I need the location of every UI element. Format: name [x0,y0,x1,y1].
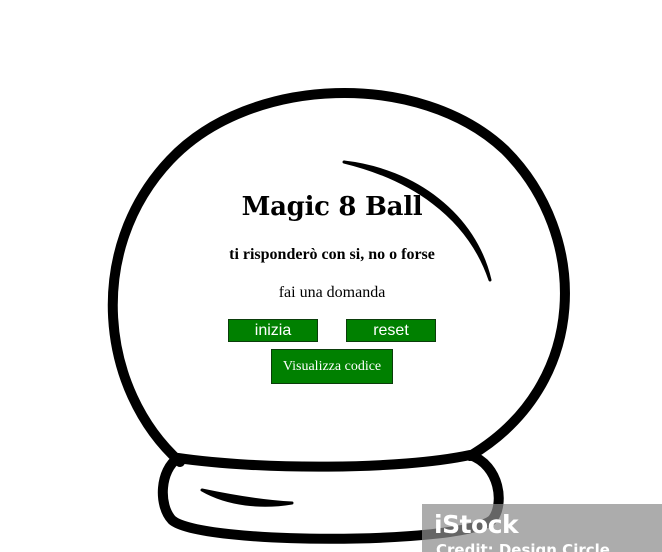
reset-button[interactable]: reset [346,319,436,342]
magic-8-ball-page: Magic 8 Ball ti risponderò con si, no o … [0,0,662,552]
content-area: Magic 8 Ball ti risponderò con si, no o … [0,0,662,552]
watermark-logo: iStock [434,510,519,539]
istock-watermark: iStock Credit: Design Circle [422,504,662,552]
question-prompt: fai una domanda [278,284,386,301]
watermark-credit: Credit: Design Circle [436,541,610,552]
view-code-button[interactable]: Visualizza codice [271,349,393,384]
page-subtitle: ti risponderò con si, no o forse [229,246,435,263]
page-title: Magic 8 Ball [241,192,423,222]
start-button[interactable]: inizia [228,319,318,342]
